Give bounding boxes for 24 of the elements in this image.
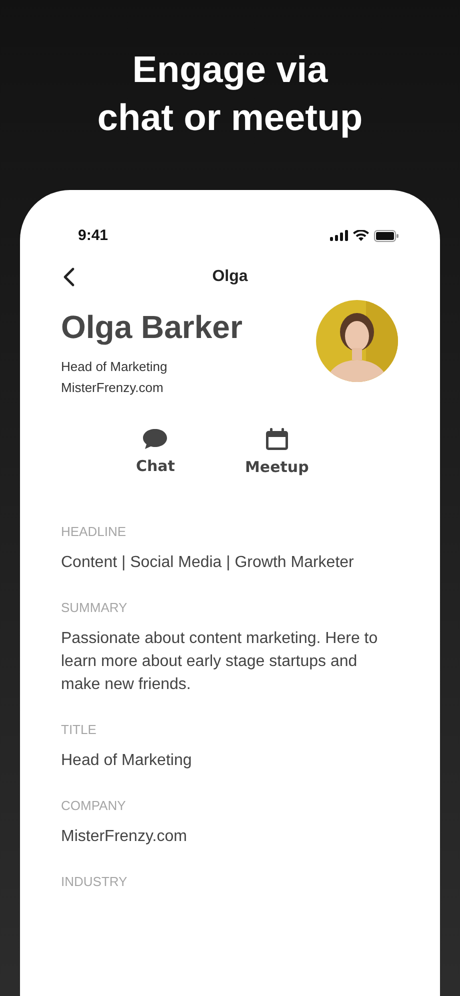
signal-icon bbox=[330, 230, 348, 241]
calendar-icon bbox=[264, 428, 289, 451]
field-label: TITLE bbox=[61, 722, 98, 737]
chat-bubble-icon bbox=[142, 428, 168, 450]
chat-button[interactable]: Chat bbox=[136, 428, 175, 476]
field-label: HEADLINE bbox=[61, 524, 128, 539]
promo-title: Engage via chat or meetup bbox=[97, 48, 363, 140]
nav-title: Olga bbox=[212, 268, 248, 286]
back-icon bbox=[63, 267, 75, 287]
field-value: Passionate about content marketing. Here to learn more about early stage startups and make new friends. bbox=[61, 629, 379, 695]
field-value: MisterFrenzy.com bbox=[61, 827, 188, 847]
status-time: 9:41 bbox=[78, 227, 108, 244]
field-label: SUMMARY bbox=[61, 600, 128, 615]
field-value: Content | Social Media | Growth Marketer bbox=[61, 553, 355, 573]
meetup-button[interactable]: Meetup bbox=[244, 428, 309, 476]
profile-name: Olga Barker bbox=[61, 309, 242, 346]
field-value: Head of Marketing bbox=[61, 751, 193, 771]
field-label: INDUSTRY bbox=[61, 874, 128, 889]
battery-icon bbox=[374, 230, 399, 242]
field-label: COMPANY bbox=[61, 798, 127, 813]
profile-role: Head of Marketing bbox=[61, 359, 168, 374]
wifi-icon bbox=[353, 230, 369, 241]
back-button[interactable] bbox=[61, 265, 77, 289]
profile-company: MisterFrenzy.com bbox=[61, 380, 164, 395]
